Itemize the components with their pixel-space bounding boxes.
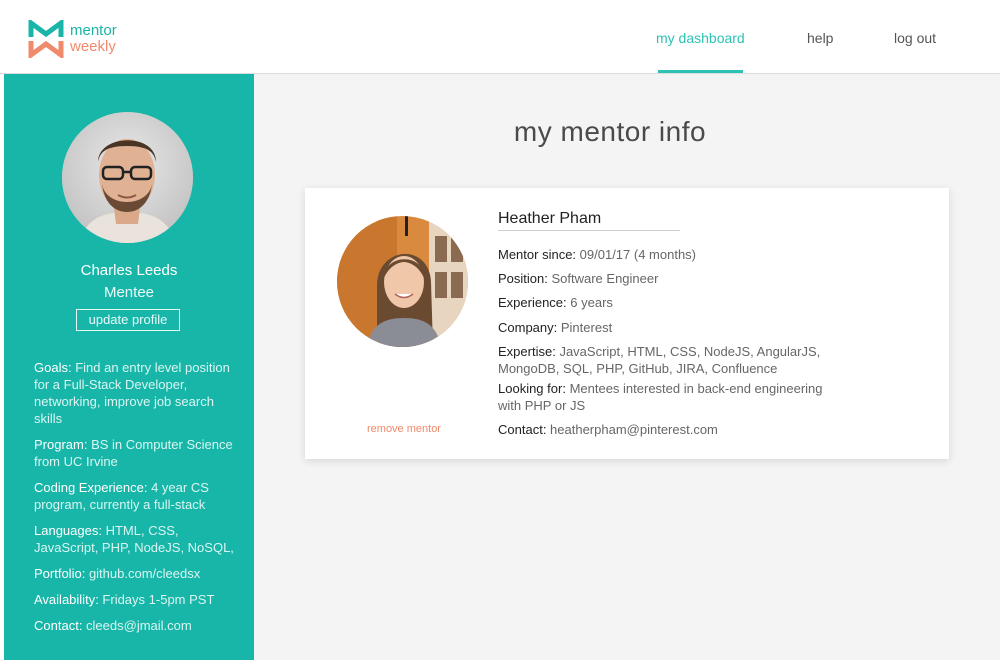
mentor-photo xyxy=(337,216,468,347)
update-profile-button[interactable]: update profile xyxy=(76,309,180,331)
mw-logo-icon xyxy=(28,20,64,58)
mentor-experience: Experience: 6 years xyxy=(498,295,613,310)
name-divider xyxy=(498,230,680,231)
brand-name-line2: weekly xyxy=(70,38,116,55)
detail-key: Goals xyxy=(34,360,68,375)
detail-key: Portfolio xyxy=(34,566,82,581)
detail-key: Availability xyxy=(34,592,96,607)
detail-value[interactable]: github.com/cleedsx xyxy=(89,566,200,581)
top-header: mentor weekly my dashboard help log out xyxy=(0,0,1000,74)
main-content: my mentor info remove mentor Heather Pha… xyxy=(254,74,1000,660)
mentor-since: Mentor since: 09/01/17 (4 months) xyxy=(498,247,697,262)
detail-program: Program: BS in Computer Science from UC … xyxy=(34,437,233,469)
detail-languages: Languages: HTML, CSS, JavaScript, PHP, N… xyxy=(34,523,234,555)
detail-contact: Contact: cleeds@jmail.com xyxy=(34,618,192,633)
brand-name-line1: mentor xyxy=(70,22,117,39)
detail-key: Coding Experience xyxy=(34,480,144,495)
nav-help[interactable]: help xyxy=(807,30,833,46)
detail-key: Contact xyxy=(34,618,79,633)
nav-active-indicator xyxy=(658,70,743,73)
mentor-contact: Contact: heatherpham@pinterest.com xyxy=(498,422,718,437)
detail-portfolio: Portfolio: github.com/cleedsx xyxy=(34,566,201,581)
detail-goals: Goals: Find an entry level position for … xyxy=(34,360,230,426)
mentor-card: remove mentor Heather Pham Mentor since:… xyxy=(305,188,949,459)
page-title: my mentor info xyxy=(513,116,707,147)
mentor-company: Company: Pinterest xyxy=(498,320,613,335)
mentor-avatar xyxy=(337,216,468,347)
remove-mentor-link[interactable]: remove mentor xyxy=(367,423,441,435)
mentor-looking-for: Looking for: Mentees interested in back-… xyxy=(498,381,823,413)
detail-value[interactable]: cleeds@jmail.com xyxy=(86,618,192,633)
mentee-name: Charles Leeds xyxy=(80,262,178,279)
detail-coding-experience: Coding Experience: 4 year CS program, cu… xyxy=(34,480,209,512)
detail-value: Fridays 1-5pm PST xyxy=(102,592,215,607)
detail-key: Languages xyxy=(34,523,99,538)
detail-key: Program xyxy=(34,437,84,452)
mentee-avatar xyxy=(62,112,193,243)
mentee-details: Goals: Find an entry level position for … xyxy=(34,359,234,643)
mentee-photo xyxy=(62,112,193,243)
mentor-position: Position: Software Engineer xyxy=(498,271,659,286)
nav-log-out[interactable]: log out xyxy=(894,30,936,46)
mentor-name: Heather Pham xyxy=(498,210,602,227)
detail-availability: Availability: Fridays 1-5pm PST xyxy=(34,592,215,607)
brand-logo[interactable]: mentor weekly xyxy=(28,20,117,58)
mentee-sidebar: Charles Leeds Mentee update profile Goal… xyxy=(4,74,254,660)
mentor-expertise: Expertise: JavaScript, HTML, CSS, NodeJS… xyxy=(498,344,821,376)
mentee-role: Mentee xyxy=(103,284,155,301)
nav-my-dashboard[interactable]: my dashboard xyxy=(656,30,745,46)
